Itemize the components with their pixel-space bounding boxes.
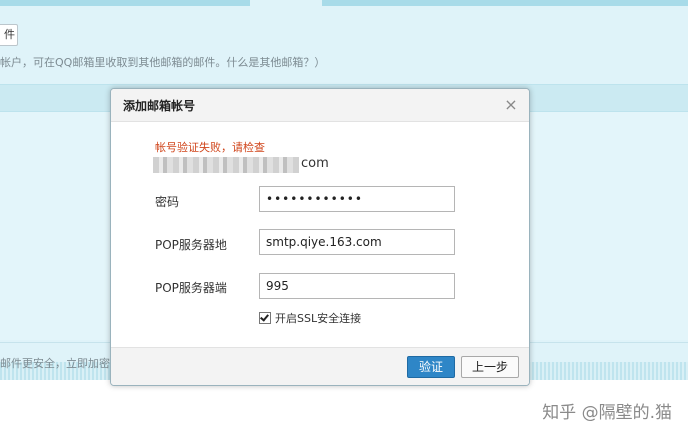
- dialog-header: 添加邮箱帐号 ×: [111, 89, 529, 122]
- background-button[interactable]: 件: [0, 24, 18, 46]
- pop-server-input[interactable]: [259, 229, 455, 255]
- blurred-account-name: [153, 157, 299, 173]
- pop-port-input[interactable]: [259, 273, 455, 299]
- password-field[interactable]: [259, 186, 455, 212]
- ssl-option[interactable]: 开启SSL安全连接: [259, 310, 361, 326]
- previous-step-button[interactable]: 上一步: [461, 356, 519, 378]
- watermark: 知乎 @隔壁的.猫: [542, 403, 672, 423]
- pop-port-label: POP服务器端: [155, 281, 227, 295]
- top-stripe: [0, 0, 688, 6]
- dialog-footer: 验证 上一步: [111, 347, 529, 385]
- close-icon[interactable]: ×: [502, 96, 520, 114]
- add-mailbox-dialog: 添加邮箱帐号 × 帐号验证失败，请检查 com 密码 POP服务器地 POP服务…: [110, 88, 530, 386]
- ssl-checkbox[interactable]: [259, 312, 271, 324]
- pop-server-label: POP服务器地: [155, 238, 227, 252]
- verify-button[interactable]: 验证: [407, 356, 455, 378]
- dialog-title: 添加邮箱帐号: [123, 99, 196, 113]
- ssl-label: 开启SSL安全连接: [275, 312, 362, 325]
- background-info-text: 帐户，可在QQ邮箱里收取到其他邮箱的邮件。什么是其他邮箱？）: [0, 56, 326, 69]
- error-message: 帐号验证失败，请检查: [155, 141, 265, 154]
- background-bottom-text: 邮件更安全，立即加密: [0, 357, 110, 370]
- account-domain: com: [301, 156, 329, 171]
- password-label: 密码: [155, 195, 180, 209]
